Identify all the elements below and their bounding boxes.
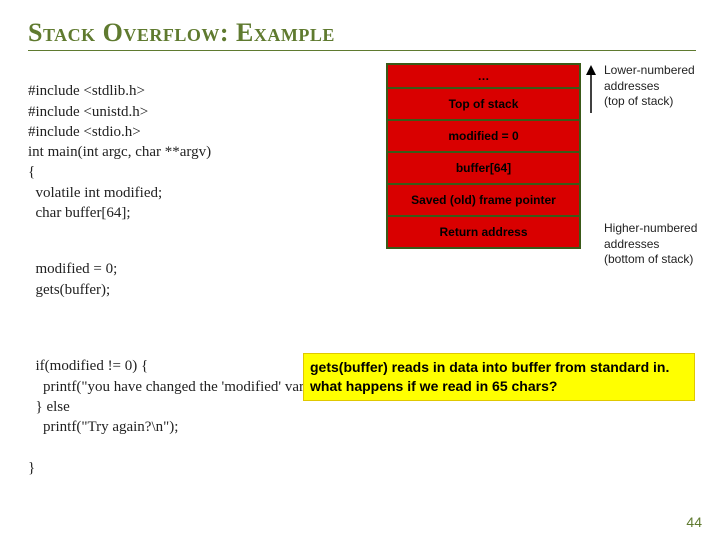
slide: Stack Overflow: Example #include <stdlib… [0, 0, 720, 540]
code-line: volatile int modified; [28, 185, 162, 201]
code-line: { [28, 164, 35, 180]
code-line: if(modified != 0) { [28, 358, 148, 374]
code-line: char buffer[64]; [28, 205, 131, 221]
title-underline [28, 50, 696, 51]
code-line: printf("Try again?\n"); [28, 419, 178, 435]
highlight-note: gets(buffer) reads in data into buffer f… [303, 353, 695, 401]
code-line: #include <unistd.h> [28, 104, 148, 120]
page-number: 44 [686, 514, 702, 530]
label-lower-addresses: Lower-numbered addresses (top of stack) [604, 63, 695, 110]
code-line: #include <stdio.h> [28, 124, 141, 140]
label-higher-addresses: Higher-numbered addresses (bottom of sta… [604, 221, 697, 268]
arrow-up-icon [585, 65, 597, 113]
code-line: } [28, 460, 35, 476]
code-line: int main(int argc, char **argv) [28, 144, 211, 160]
slide-title: Stack Overflow: Example [28, 18, 696, 48]
code-line: modified = 0; [28, 261, 117, 277]
code-line: gets(buffer); [28, 282, 110, 298]
code-block: #include <stdlib.h> #include <unistd.h> … [28, 61, 378, 518]
stack-cell-frame-pointer: Saved (old) frame pointer [387, 184, 580, 216]
stack-table: … Top of stack modified = 0 buffer[64] S… [386, 63, 581, 249]
note-line: gets(buffer) reads in data into buffer f… [310, 358, 688, 377]
stack-cell-modified: modified = 0 [387, 120, 580, 152]
stack-cell-top: Top of stack [387, 88, 580, 120]
stack-cell-dots: … [387, 64, 580, 88]
stack-cell-return-addr: Return address [387, 216, 580, 248]
note-line: what happens if we read in 65 chars? [310, 377, 688, 396]
code-line: } else [28, 399, 70, 415]
stack-cell-buffer: buffer[64] [387, 152, 580, 184]
stack-diagram: … Top of stack modified = 0 buffer[64] S… [386, 63, 581, 249]
content-area: #include <stdlib.h> #include <unistd.h> … [28, 61, 696, 491]
code-line: #include <stdlib.h> [28, 83, 145, 99]
